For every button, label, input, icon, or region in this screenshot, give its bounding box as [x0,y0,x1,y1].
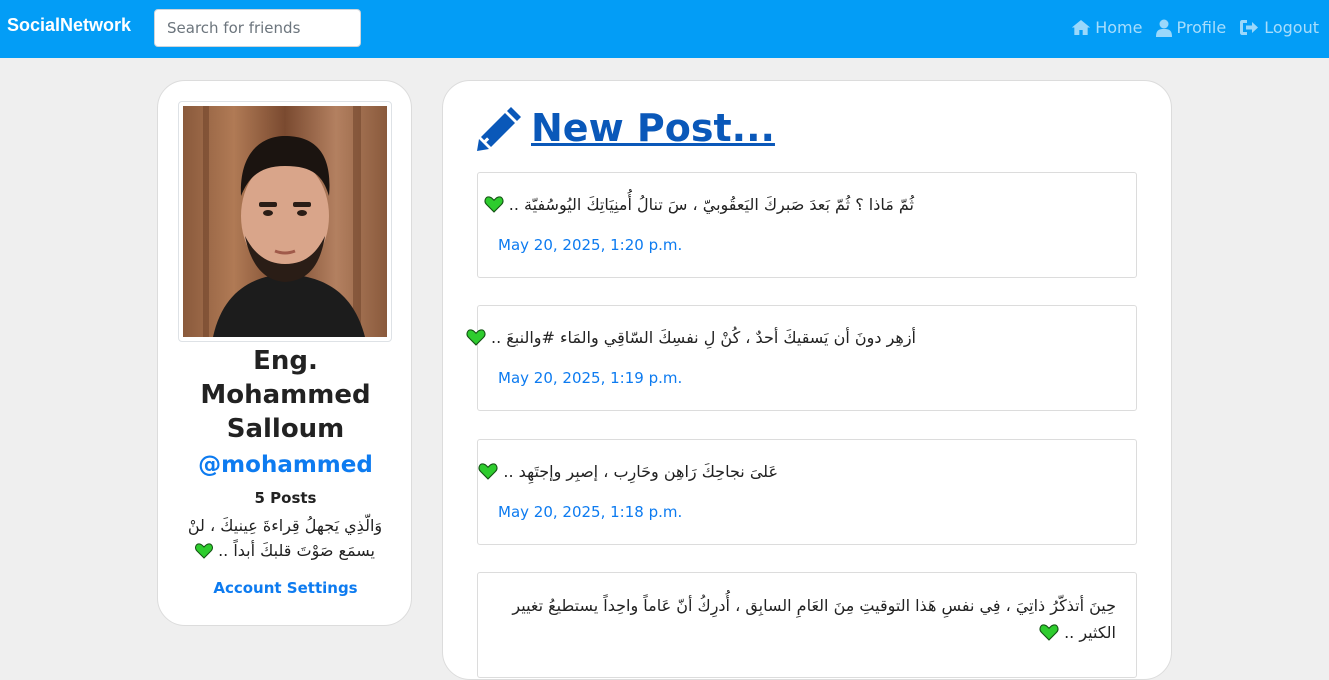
green-heart-icon [484,196,504,213]
nav-logout-link[interactable]: Logout [1240,18,1319,37]
avatar-frame [178,101,392,342]
nav-home-label: Home [1095,18,1143,37]
profile-bio-text: وَالّذِي يَجهلُ قِراءةَ عِينيكَ ، لنْ يس… [187,516,383,560]
green-heart-icon [478,463,498,480]
post-body: أزهِر دونَ أن يَسقيكَ أحدٌ ، كُنْ لِ نفس… [491,328,916,347]
post-date: May 20, 2025, 1:19 p.m. [498,369,683,387]
posts-count: 5 Posts [254,489,317,507]
post-text: ثُمّ مَاذا ؟ ثُمّ بَعدَ صَبركَ اليَعقُوب… [484,195,914,214]
new-post-label: New Post... [531,106,775,150]
post-card: حِينَ أتذكّرُ ذاتِيَ ، فِي نفسِ هَذا الت… [477,572,1137,678]
pencil-icon [477,107,521,151]
profile-name-line-1: Eng. [253,346,318,376]
account-settings-link[interactable]: Account Settings [158,579,413,597]
profile-name-line-3: Salloum [226,414,345,444]
post-date: May 20, 2025, 1:18 p.m. [498,503,683,521]
post-card: أزهِر دونَ أن يَسقيكَ أحدٌ ، كُنْ لِ نفس… [466,305,1137,411]
top-navbar: SocialNetwork Home Profile Logout [0,0,1329,58]
profile-bio: وَالّذِي يَجهلُ قِراءةَ عِينيكَ ، لنْ يس… [180,513,390,563]
nav-links: Home Profile Logout [1071,18,1319,37]
post-body: حِينَ أتذكّرُ ذاتِيَ ، فِي نفسِ هَذا الت… [512,596,1116,642]
brand-logo[interactable]: SocialNetwork [7,15,131,36]
feed-panel: New Post... ثُمّ مَاذا ؟ ثُمّ بَعدَ صَبر… [442,80,1172,680]
post-date: May 20, 2025, 1:20 p.m. [498,236,683,254]
profile-username: @mohammed [198,452,373,478]
nav-profile-label: Profile [1176,18,1227,37]
logout-icon [1240,20,1259,35]
avatar[interactable] [183,106,387,337]
nav-logout-label: Logout [1264,18,1319,37]
post-body: عَلىَ نجاحِكَ رَاهِن وحَارِب ، إصبِر وإج… [503,462,778,481]
profile-name-line-2: Mohammed [200,380,371,410]
new-post-link[interactable]: New Post... [477,105,775,151]
green-heart-icon [195,543,213,559]
green-heart-icon [1039,624,1059,641]
search-input[interactable] [154,9,361,47]
post-body: ثُمّ مَاذا ؟ ثُمّ بَعدَ صَبركَ اليَعقُوب… [508,195,914,214]
green-heart-icon [466,329,486,346]
profile-card: Eng. Mohammed Salloum @mohammed 5 Posts … [157,80,412,626]
post-text: أزهِر دونَ أن يَسقيكَ أحدٌ ، كُنْ لِ نفس… [466,328,916,347]
nav-profile-link[interactable]: Profile [1156,18,1226,37]
nav-home-link[interactable]: Home [1071,18,1142,37]
profile-name: Eng. Mohammed Salloum [158,344,413,446]
post-text: حِينَ أتذكّرُ ذاتِيَ ، فِي نفسِ هَذا الت… [498,592,1116,646]
post-card: عَلىَ نجاحِكَ رَاهِن وحَارِب ، إصبِر وإج… [477,439,1137,545]
post-text: عَلىَ نجاحِكَ رَاهِن وحَارِب ، إصبِر وإج… [478,462,778,481]
user-icon [1156,19,1173,37]
home-icon [1072,20,1091,35]
post-card: ثُمّ مَاذا ؟ ثُمّ بَعدَ صَبركَ اليَعقُوب… [477,172,1137,278]
